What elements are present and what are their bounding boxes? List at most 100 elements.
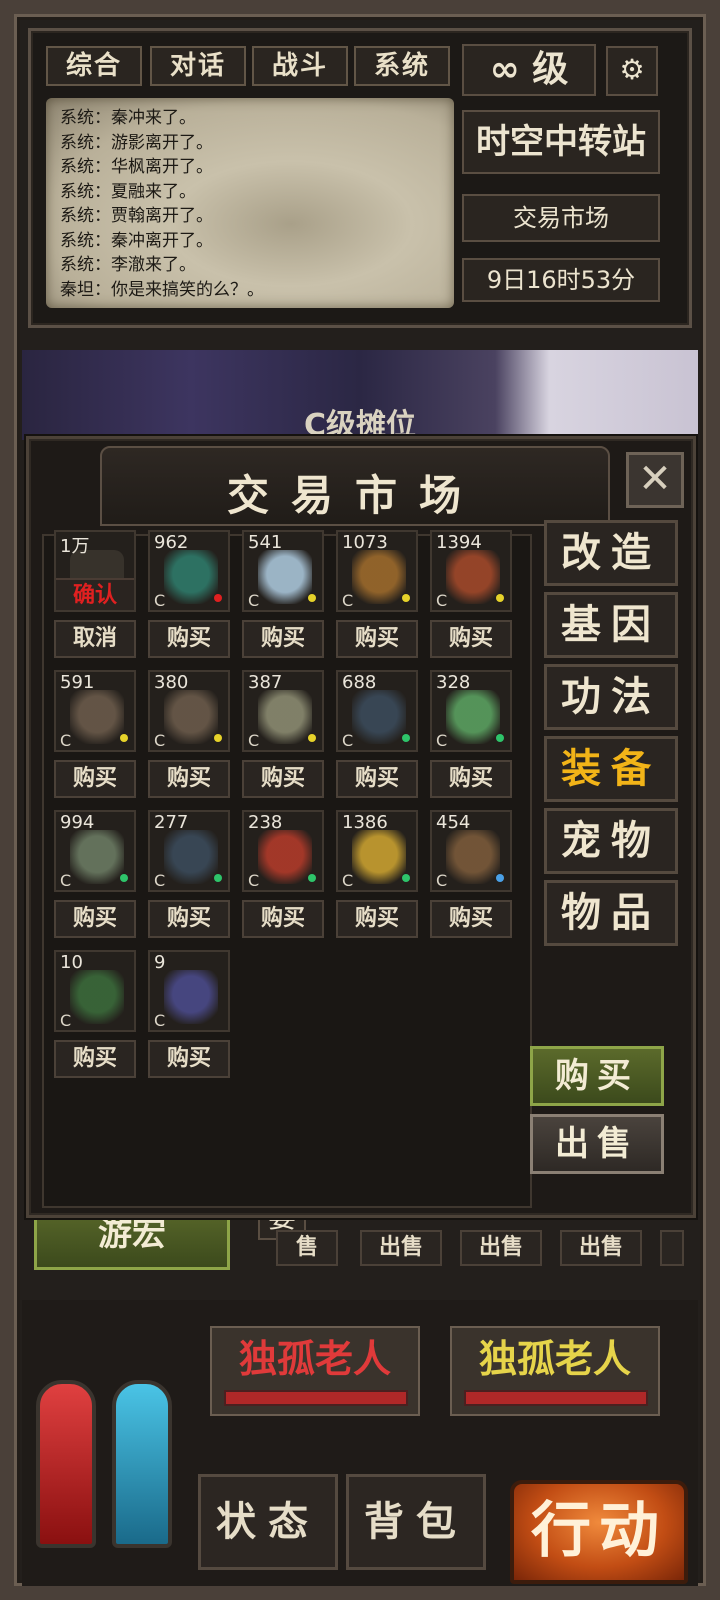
close-button[interactable]: ✕ — [626, 452, 684, 508]
item-grade: C — [60, 871, 72, 890]
quality-dot — [214, 734, 222, 742]
bag-button[interactable]: 背包 — [346, 1474, 486, 1570]
npc-health-bar — [224, 1390, 408, 1406]
buy-button[interactable]: 购买 — [336, 760, 418, 798]
buy-button[interactable]: 购买 — [54, 900, 136, 938]
item-grade: C — [342, 731, 354, 750]
buy-button[interactable]: 购买 — [242, 900, 324, 938]
sell-button-partial[interactable]: 售 — [276, 1230, 338, 1266]
item-slot[interactable]: 1394 C — [430, 530, 512, 612]
quality-dot — [308, 734, 316, 742]
item-art — [352, 550, 406, 604]
cancel-button[interactable]: 取消 — [54, 620, 136, 658]
item-slot[interactable]: 1386 C — [336, 810, 418, 892]
level-badge: ∞ 级 — [462, 44, 596, 96]
buy-button[interactable]: 购买 — [148, 760, 230, 798]
chat-line: 系统：贾翰离开了。 — [60, 206, 213, 226]
buy-button[interactable]: 购买 — [54, 760, 136, 798]
item-art — [446, 550, 500, 604]
item-price: 962 — [154, 532, 189, 553]
chat-line: 系统：秦冲离开了。 — [60, 230, 213, 251]
chat-line: 系统：李澈来了。 — [60, 255, 196, 275]
buy-button[interactable]: 购买 — [336, 620, 418, 658]
item-price: 10 — [60, 952, 83, 973]
category-equipment[interactable]: 装备 — [544, 736, 678, 802]
quality-dot — [496, 594, 504, 602]
buy-button[interactable]: 购买 — [430, 620, 512, 658]
npc-health-bar — [464, 1390, 648, 1406]
tab-dialog[interactable]: 对话 — [150, 46, 246, 86]
category-skill[interactable]: 功法 — [544, 664, 678, 730]
confirm-button[interactable]: 确认 — [56, 578, 134, 610]
buy-button[interactable]: 购买 — [54, 1040, 136, 1078]
item-grade: C — [436, 871, 448, 890]
buy-button[interactable]: 购买 — [430, 900, 512, 938]
item-art — [70, 830, 124, 884]
item-slot[interactable]: 454 C — [430, 810, 512, 892]
item-slot[interactable]: 688 C — [336, 670, 418, 752]
buy-button[interactable]: 购买 — [148, 900, 230, 938]
item-slot[interactable]: 591 C — [54, 670, 136, 752]
item-art — [446, 830, 500, 884]
quality-dot — [214, 594, 222, 602]
item-grade: C — [60, 731, 72, 750]
item-price: 1394 — [436, 532, 482, 553]
quality-dot — [496, 874, 504, 882]
action-button[interactable]: 行动 — [510, 1480, 688, 1584]
tab-combat[interactable]: 战斗 — [252, 46, 348, 86]
place-name[interactable]: 交易市场 — [462, 194, 660, 242]
item-price: 387 — [248, 672, 283, 693]
item-grade: C — [342, 871, 354, 890]
item-slot[interactable]: 9C — [148, 950, 230, 1032]
hp-vial — [36, 1380, 96, 1548]
buy-button[interactable]: 购买 — [336, 900, 418, 938]
item-slot[interactable]: 962 C — [148, 530, 230, 612]
buy-button[interactable]: 购买 — [242, 620, 324, 658]
item-slot[interactable]: 238 C — [242, 810, 324, 892]
pending-item-slot[interactable]: 1万 确认 — [54, 530, 136, 612]
item-slot[interactable]: 994 C — [54, 810, 136, 892]
chat-log[interactable]: 系统：秦冲来了。 系统：游影离开了。 系统：华枫离开了。 系统：夏融来了。 系统… — [46, 98, 454, 308]
sell-mode-button[interactable]: 出售 — [530, 1114, 664, 1174]
buy-button[interactable]: 购买 — [242, 760, 324, 798]
item-slot[interactable]: 541 C — [242, 530, 324, 612]
chat-line: 系统：夏融来了。 — [60, 181, 196, 202]
item-art — [352, 690, 406, 744]
item-grade: C — [248, 731, 260, 750]
sell-button-partial[interactable] — [660, 1230, 684, 1266]
category-pet[interactable]: 宠物 — [544, 808, 678, 874]
tab-system[interactable]: 系统 — [354, 46, 450, 86]
sell-button[interactable]: 出售 — [360, 1230, 442, 1266]
status-button[interactable]: 状态 — [198, 1474, 338, 1570]
category-item[interactable]: 物品 — [544, 880, 678, 946]
tab-all[interactable]: 综合 — [46, 46, 142, 86]
location-title: 时空中转站 — [462, 110, 660, 174]
mp-vial — [112, 1380, 172, 1548]
item-price: 277 — [154, 812, 189, 833]
buy-button[interactable]: 购买 — [148, 1040, 230, 1078]
buy-button[interactable]: 购买 — [430, 760, 512, 798]
item-slot[interactable]: 380 C — [148, 670, 230, 752]
sell-button[interactable]: 出售 — [460, 1230, 542, 1266]
quality-dot — [214, 874, 222, 882]
item-price: 688 — [342, 672, 377, 693]
item-slot[interactable]: 328 C — [430, 670, 512, 752]
sell-button[interactable]: 出售 — [560, 1230, 642, 1266]
item-slot[interactable]: 10 C — [54, 950, 136, 1032]
item-slot[interactable]: 387 C — [242, 670, 324, 752]
quality-dot — [308, 874, 316, 882]
item-grade: C — [154, 731, 166, 750]
item-price: 1386 — [342, 812, 388, 833]
item-price: 380 — [154, 672, 189, 693]
item-grade: C — [436, 591, 448, 610]
settings-button[interactable]: ⚙ — [606, 46, 658, 96]
buy-button[interactable]: 购买 — [148, 620, 230, 658]
item-slot[interactable]: 1073 C — [336, 530, 418, 612]
chat-line: 秦坦：你是来搞笑的么？。 — [60, 279, 264, 300]
buy-mode-button[interactable]: 购买 — [530, 1046, 664, 1106]
item-price: 1万 — [60, 536, 90, 557]
category-gene[interactable]: 基因 — [544, 592, 678, 658]
category-modify[interactable]: 改造 — [544, 520, 678, 586]
item-price: 238 — [248, 812, 283, 833]
item-slot[interactable]: 277 C — [148, 810, 230, 892]
